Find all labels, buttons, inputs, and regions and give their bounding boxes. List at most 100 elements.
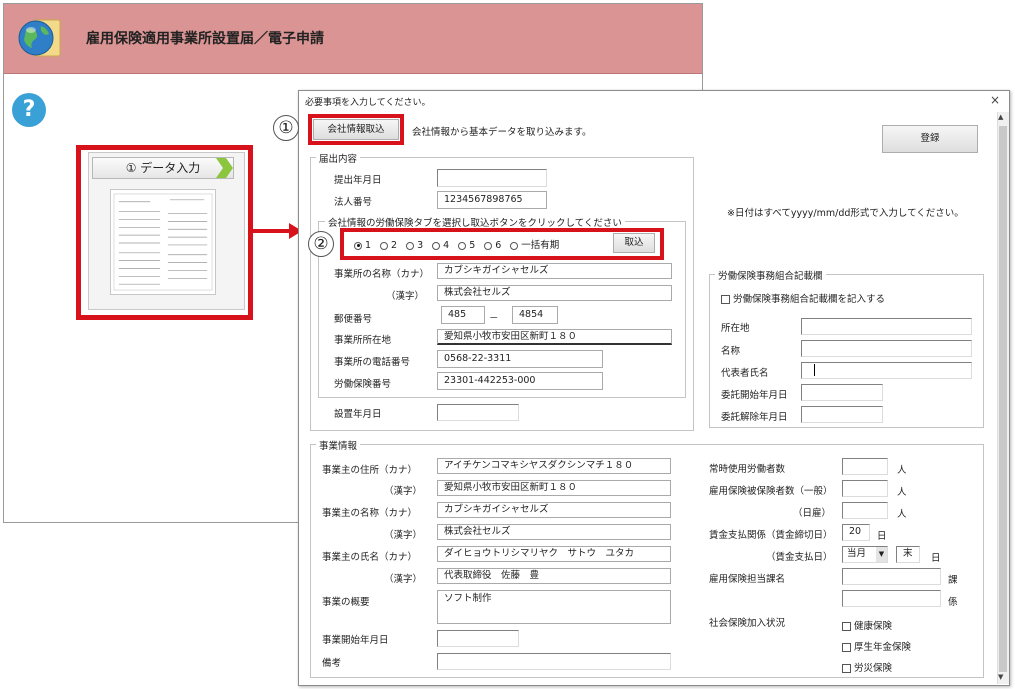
radio-label: 2 xyxy=(391,240,398,251)
owner-addr-kana-field[interactable]: アイチケンコマキシヤスダクシンマチ１８０ xyxy=(437,458,671,474)
health-insurance-checkbox[interactable]: 健康保険 xyxy=(842,618,892,632)
radio-circle[interactable] xyxy=(354,241,362,250)
wage-cutoff-field[interactable]: 20 xyxy=(842,524,870,541)
office-name-kanji-field[interactable]: 株式会社セルズ xyxy=(437,285,672,301)
import-labor-button[interactable]: 取込 xyxy=(613,233,655,253)
union-fill-checkbox[interactable]: 労働保険事務組合記載欄を記入する xyxy=(721,291,885,305)
phone-field[interactable]: 0568-22-3311 xyxy=(437,350,603,368)
owner-name-kanji-label: （漢字） xyxy=(384,530,423,541)
owner-person-kana-field[interactable]: ダイヒョウトリシマリヤク サトウ ユタカ xyxy=(437,546,671,562)
summary-field[interactable]: ソフト制作 xyxy=(437,590,671,624)
start-date-label: 事業開始年月日 xyxy=(322,635,389,646)
pension-check-box[interactable] xyxy=(842,643,851,652)
workers-field[interactable] xyxy=(842,458,888,475)
accident-insurance-checkbox[interactable]: 労災保険 xyxy=(842,660,892,674)
radio-option[interactable]: 4 xyxy=(432,240,449,251)
app-header: 雇用保険適用事業所設置届／電子申請 xyxy=(4,4,702,74)
radio-option[interactable]: 5 xyxy=(458,240,475,251)
arrow-right-icon xyxy=(253,223,302,239)
health-check-box[interactable] xyxy=(842,622,851,631)
radio-circle[interactable] xyxy=(510,241,519,250)
remarks-field[interactable] xyxy=(437,653,671,670)
step1-marker: ① xyxy=(273,115,299,141)
radio-circle[interactable] xyxy=(380,241,389,250)
workers-label: 常時使用労働者数 xyxy=(709,464,786,475)
insured-daily-field[interactable] xyxy=(842,502,888,519)
submit-date-label: 提出年月日 xyxy=(334,175,382,186)
radio-option[interactable]: 1 xyxy=(354,240,371,251)
pension-checkbox[interactable]: 厚生年金保険 xyxy=(842,639,911,653)
radio-option[interactable]: 2 xyxy=(380,240,397,251)
section-unit: 課 xyxy=(948,575,958,586)
accident-check-box[interactable] xyxy=(842,664,851,673)
scroll-down-icon[interactable]: ▼ xyxy=(998,673,1003,681)
wage-cutoff-unit: 日 xyxy=(877,531,887,542)
postal-field-1[interactable]: 485 xyxy=(441,306,485,324)
union-rep-field[interactable] xyxy=(801,362,972,379)
health-insurance-label: 健康保険 xyxy=(854,621,893,632)
subsection-unit: 係 xyxy=(948,597,958,608)
data-entry-button[interactable]: ① データ入力 xyxy=(92,157,234,179)
scrollbar-thumb[interactable] xyxy=(999,126,1007,672)
subsection-field[interactable] xyxy=(842,590,941,607)
corp-number-field[interactable]: 1234567898765 xyxy=(437,191,547,209)
union-group-label: 労働保険事務組合記載欄 xyxy=(715,268,826,282)
owner-name-kana-field[interactable]: カブシキガイシャセルズ xyxy=(437,502,671,518)
chevron-down-icon[interactable]: ▼ xyxy=(876,547,887,562)
close-icon[interactable]: × xyxy=(990,93,1000,107)
start-date-field[interactable] xyxy=(437,630,519,647)
insured-daily-unit: 人 xyxy=(897,509,907,520)
radio-circle[interactable] xyxy=(484,241,493,250)
postal-field-2[interactable]: 4854 xyxy=(512,306,558,324)
postal-label: 郵便番号 xyxy=(334,314,373,325)
union-name-label: 名称 xyxy=(721,346,741,357)
radio-label: 4 xyxy=(443,240,450,251)
radio-option[interactable]: 3 xyxy=(406,240,423,251)
submit-date-field[interactable] xyxy=(437,169,547,187)
import-company-button[interactable]: 会社情報取込 xyxy=(313,119,399,140)
wage-pay-label: （賃金支払日） xyxy=(766,552,833,563)
section-field[interactable] xyxy=(842,568,941,585)
owner-addr-kanji-label: （漢字） xyxy=(384,486,423,497)
pension-label: 厚生年金保険 xyxy=(854,642,912,653)
union-fill-check-box[interactable] xyxy=(721,295,730,304)
import-company-desc: 会社情報から基本データを取り込みます。 xyxy=(412,127,592,138)
union-address-field[interactable] xyxy=(801,318,972,335)
social-insurance-label: 社会保険加入状況 xyxy=(709,618,786,629)
wage-pay-day-field[interactable]: 末 xyxy=(896,546,920,563)
business-group-label: 事業情報 xyxy=(316,438,361,452)
radio-circle[interactable] xyxy=(458,241,467,250)
scroll-up-icon[interactable]: ▲ xyxy=(998,113,1003,121)
radio-circle[interactable] xyxy=(406,241,415,250)
entrust-end-field[interactable] xyxy=(801,406,883,423)
radio-option[interactable]: 一括有期 xyxy=(510,240,559,251)
address-field[interactable]: 愛知県小牧市安田区新町１８０ xyxy=(437,329,672,345)
radio-option[interactable]: 6 xyxy=(484,240,501,251)
owner-name-kana-label: 事業主の名称（カナ） xyxy=(322,508,418,519)
dialog-title: 必要事項を入力してください。 xyxy=(305,98,431,108)
globe-icon xyxy=(18,19,61,57)
insured-general-field[interactable] xyxy=(842,480,888,497)
wage-pay-month-value: 当月 xyxy=(847,548,867,559)
register-button[interactable]: 登録 xyxy=(882,125,978,153)
radio-circle[interactable] xyxy=(432,241,441,250)
owner-person-kanji-label: （漢字） xyxy=(384,574,423,585)
union-name-field[interactable] xyxy=(801,340,972,357)
help-icon[interactable]: ? xyxy=(12,93,46,127)
owner-addr-kanji-field[interactable]: 愛知県小牧市安田区新町１８０ xyxy=(437,480,671,496)
wage-pay-month-select[interactable]: 当月 ▼ xyxy=(842,546,888,563)
postal-dash: － xyxy=(489,313,499,324)
section-label: 雇用保険担当課名 xyxy=(709,574,786,585)
insured-daily-label: （日雇） xyxy=(793,508,832,519)
established-date-field[interactable] xyxy=(437,404,519,421)
labor-number-field[interactable]: 23301-442253-000 xyxy=(437,372,603,390)
office-name-kana-field[interactable]: カブシキガイシャセルズ xyxy=(437,263,672,279)
union-rep-label: 代表者氏名 xyxy=(721,368,769,379)
entrust-start-field[interactable] xyxy=(801,384,883,401)
app-title: 雇用保険適用事業所設置届／電子申請 xyxy=(86,31,324,47)
address-label: 事業所所在地 xyxy=(334,335,392,346)
remarks-label: 備考 xyxy=(322,658,342,669)
owner-person-kanji-field[interactable]: 代表取締役 佐藤 豊 xyxy=(437,568,671,584)
owner-name-kanji-field[interactable]: 株式会社セルズ xyxy=(437,524,671,540)
date-format-note: ※日付はすべてyyyy/mm/dd形式で入力してください。 xyxy=(727,208,964,219)
